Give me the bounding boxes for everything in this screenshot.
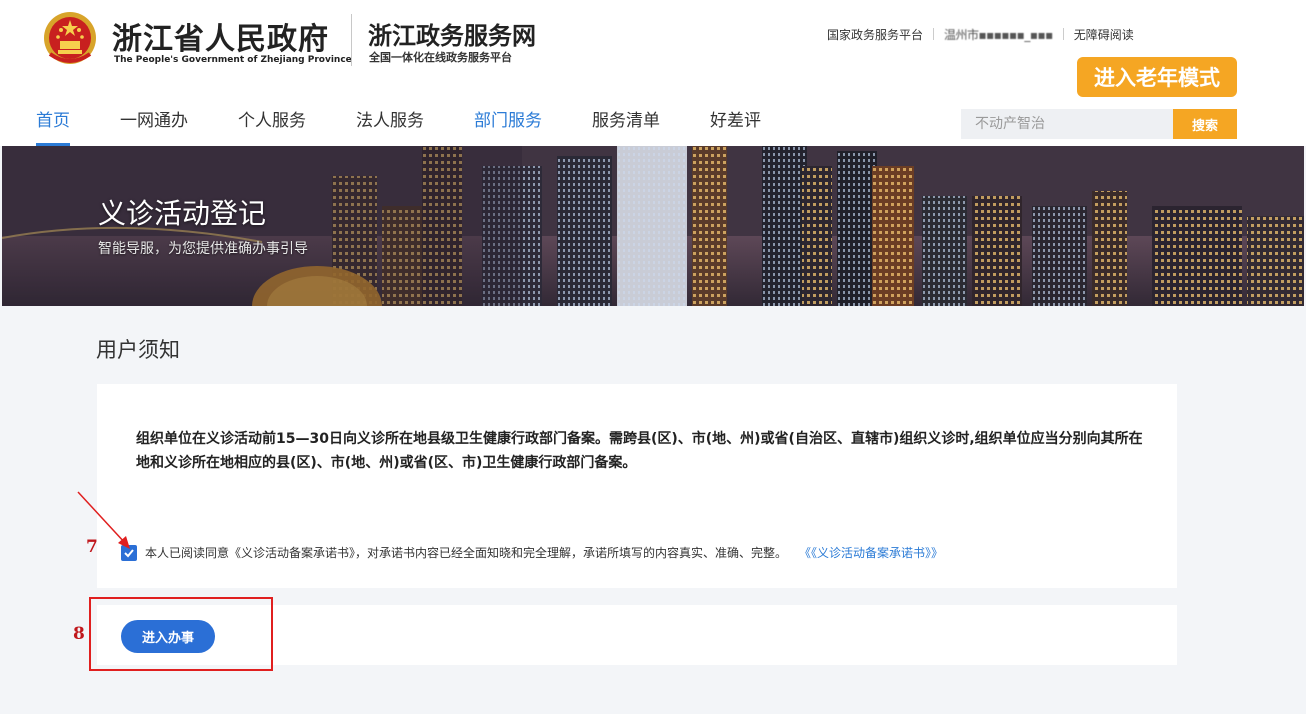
link-divider xyxy=(1062,28,1064,40)
nav-service-list[interactable]: 服务清单 xyxy=(576,108,676,146)
annotation-step-7: 7 xyxy=(86,537,98,557)
region-link[interactable]: 温州市▪▪▪▪▪▪_▪▪▪ xyxy=(944,26,1053,43)
government-subtitle: The People's Government of Zhejiang Prov… xyxy=(114,55,352,65)
nav-one-stop[interactable]: 一网通办 xyxy=(104,108,204,146)
hero-banner: 义诊活动登记 智能导服，为您提供准确办事引导 xyxy=(2,146,1304,306)
accessibility-link[interactable]: 无障碍阅读 xyxy=(1074,26,1134,43)
commitment-letter-link[interactable]: 《《义诊活动备案承诺书》》 xyxy=(799,544,943,561)
search-box: 搜索 xyxy=(961,109,1237,139)
annotation-step-8: 8 xyxy=(73,624,85,644)
section-title: 用户须知 xyxy=(96,338,180,362)
nav-department-service[interactable]: 部门服务 xyxy=(458,108,558,146)
elder-mode-button[interactable]: 进入老年模式 xyxy=(1077,57,1237,97)
agreement-text: 本人已阅读同意《义诊活动备案承诺书》，对承诺书内容已经全面知晓和完全理解，承诺所… xyxy=(145,546,788,560)
nav-feedback[interactable]: 好差评 xyxy=(694,108,777,146)
title-divider xyxy=(351,14,352,66)
site-header: 浙江省人民政府 The People's Government of Zheji… xyxy=(0,0,1306,146)
nav-corporate-service[interactable]: 法人服务 xyxy=(340,108,440,146)
annotation-highlight-box xyxy=(89,597,273,671)
link-divider xyxy=(933,28,935,40)
banner-title: 义诊活动登记 xyxy=(98,197,267,230)
notice-card: 组织单位在义诊活动前15—30日向义诊所在地县级卫生健康行政部门备案。需跨县(区… xyxy=(97,384,1177,588)
nav-personal-service[interactable]: 个人服务 xyxy=(222,108,322,146)
banner-subtitle: 智能导服，为您提供准确办事引导 xyxy=(98,241,308,257)
search-button[interactable]: 搜索 xyxy=(1173,109,1237,139)
agreement-row: 本人已阅读同意《义诊活动备案承诺书》，对承诺书内容已经全面知晓和完全理解，承诺所… xyxy=(121,544,943,561)
national-emblem-icon xyxy=(42,10,98,66)
notice-text: 组织单位在义诊活动前15—30日向义诊所在地县级卫生健康行政部门备案。需跨县(区… xyxy=(136,431,1143,471)
site-subtitle: 全国一体化在线政务服务平台 xyxy=(369,51,512,64)
annotation-arrow-icon xyxy=(77,491,130,549)
main-nav: 首页 一网通办 个人服务 法人服务 部门服务 服务清单 好差评 xyxy=(20,108,795,146)
top-links: 国家政务服务平台 温州市▪▪▪▪▪▪_▪▪▪ 无障碍阅读 xyxy=(827,26,1134,42)
government-title: 浙江省人民政府 xyxy=(112,22,329,57)
national-platform-link[interactable]: 国家政务服务平台 xyxy=(827,26,923,43)
nav-home[interactable]: 首页 xyxy=(20,108,86,146)
search-input[interactable] xyxy=(961,109,1173,139)
site-title[interactable]: 浙江政务服务网 xyxy=(368,16,536,51)
